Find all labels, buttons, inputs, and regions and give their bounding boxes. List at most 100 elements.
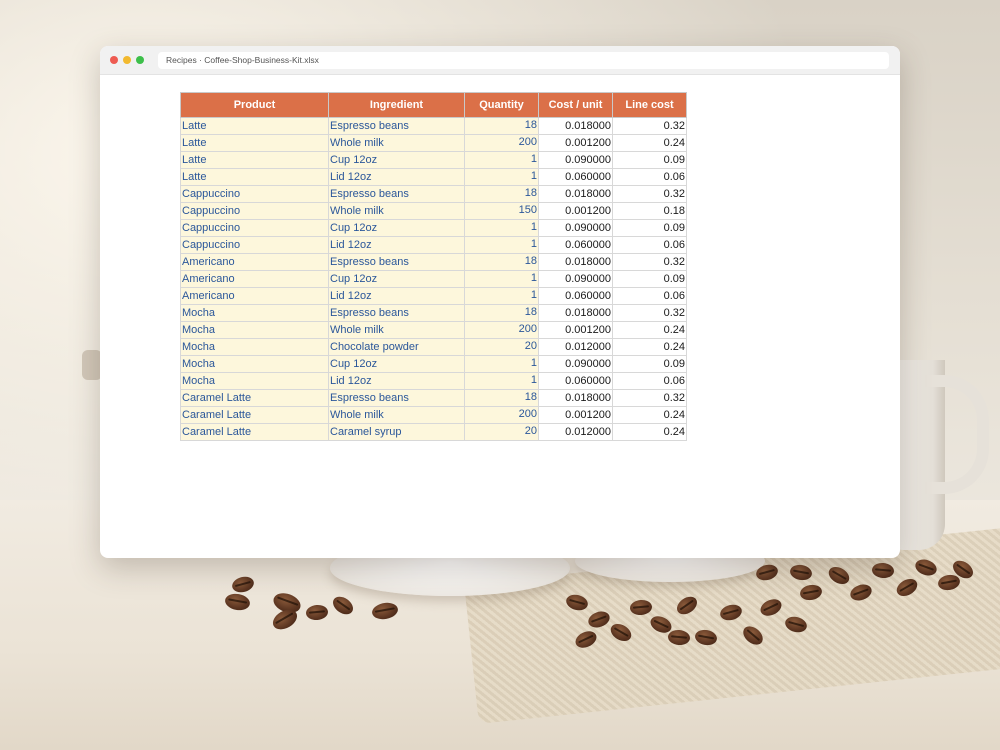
cell-ingredient[interactable]: Lid 12oz: [328, 236, 465, 254]
cell-product[interactable]: Mocha: [180, 372, 329, 390]
cell-product[interactable]: Mocha: [180, 355, 329, 373]
cell-product[interactable]: Latte: [180, 117, 329, 135]
cell-ingredient[interactable]: Whole milk: [328, 202, 465, 220]
cell-cost-unit[interactable]: 0.012000: [538, 338, 613, 356]
cell-line-cost[interactable]: 0.06: [612, 168, 687, 186]
cell-cost-unit[interactable]: 0.018000: [538, 389, 613, 407]
cell-cost-unit[interactable]: 0.001200: [538, 321, 613, 339]
cell-cost-unit[interactable]: 0.018000: [538, 185, 613, 203]
cell-quantity[interactable]: 18: [464, 117, 539, 135]
cell-product[interactable]: Cappuccino: [180, 236, 329, 254]
cell-cost-unit[interactable]: 0.001200: [538, 406, 613, 424]
cell-line-cost[interactable]: 0.24: [612, 406, 687, 424]
cell-ingredient[interactable]: Espresso beans: [328, 253, 465, 271]
cell-ingredient[interactable]: Cup 12oz: [328, 219, 465, 237]
cell-product[interactable]: Americano: [180, 287, 329, 305]
cell-quantity[interactable]: 1: [464, 355, 539, 373]
cell-quantity[interactable]: 200: [464, 134, 539, 152]
cell-line-cost[interactable]: 0.24: [612, 321, 687, 339]
cell-product[interactable]: Caramel Latte: [180, 389, 329, 407]
cell-quantity[interactable]: 200: [464, 406, 539, 424]
cell-quantity[interactable]: 20: [464, 338, 539, 356]
cell-line-cost[interactable]: 0.32: [612, 389, 687, 407]
cell-line-cost[interactable]: 0.24: [612, 134, 687, 152]
cell-product[interactable]: Cappuccino: [180, 202, 329, 220]
cell-product[interactable]: Mocha: [180, 338, 329, 356]
column-header-line-cost[interactable]: Line cost: [612, 92, 687, 118]
cell-line-cost[interactable]: 0.32: [612, 185, 687, 203]
cell-cost-unit[interactable]: 0.090000: [538, 219, 613, 237]
cell-quantity[interactable]: 200: [464, 321, 539, 339]
cell-product[interactable]: Latte: [180, 134, 329, 152]
cell-cost-unit[interactable]: 0.001200: [538, 134, 613, 152]
cell-product[interactable]: Latte: [180, 168, 329, 186]
cell-line-cost[interactable]: 0.09: [612, 355, 687, 373]
cell-product[interactable]: Mocha: [180, 321, 329, 339]
cell-quantity[interactable]: 18: [464, 304, 539, 322]
column-header-quantity[interactable]: Quantity: [464, 92, 539, 118]
cell-ingredient[interactable]: Espresso beans: [328, 117, 465, 135]
cell-ingredient[interactable]: Lid 12oz: [328, 287, 465, 305]
cell-quantity[interactable]: 1: [464, 287, 539, 305]
cell-cost-unit[interactable]: 0.001200: [538, 202, 613, 220]
cell-product[interactable]: Americano: [180, 270, 329, 288]
cell-quantity[interactable]: 18: [464, 253, 539, 271]
cell-cost-unit[interactable]: 0.060000: [538, 287, 613, 305]
cell-line-cost[interactable]: 0.24: [612, 338, 687, 356]
cell-line-cost[interactable]: 0.18: [612, 202, 687, 220]
cell-ingredient[interactable]: Caramel syrup: [328, 423, 465, 441]
column-header-ingredient[interactable]: Ingredient: [328, 92, 465, 118]
cell-quantity[interactable]: 1: [464, 151, 539, 169]
maximize-window-icon[interactable]: [136, 56, 144, 64]
cell-line-cost[interactable]: 0.06: [612, 236, 687, 254]
cell-line-cost[interactable]: 0.32: [612, 117, 687, 135]
cell-cost-unit[interactable]: 0.090000: [538, 355, 613, 373]
column-header-product[interactable]: Product: [180, 92, 329, 118]
cell-cost-unit[interactable]: 0.090000: [538, 270, 613, 288]
cell-quantity[interactable]: 150: [464, 202, 539, 220]
column-header-cost-unit[interactable]: Cost / unit: [538, 92, 613, 118]
cell-cost-unit[interactable]: 0.018000: [538, 253, 613, 271]
cell-ingredient[interactable]: Lid 12oz: [328, 372, 465, 390]
cell-ingredient[interactable]: Espresso beans: [328, 389, 465, 407]
cell-ingredient[interactable]: Whole milk: [328, 134, 465, 152]
cell-ingredient[interactable]: Whole milk: [328, 406, 465, 424]
cell-line-cost[interactable]: 0.24: [612, 423, 687, 441]
minimize-window-icon[interactable]: [123, 56, 131, 64]
cell-product[interactable]: Americano: [180, 253, 329, 271]
cell-product[interactable]: Cappuccino: [180, 219, 329, 237]
cell-cost-unit[interactable]: 0.060000: [538, 168, 613, 186]
cell-quantity[interactable]: 18: [464, 389, 539, 407]
close-window-icon[interactable]: [110, 56, 118, 64]
cell-quantity[interactable]: 1: [464, 219, 539, 237]
cell-product[interactable]: Caramel Latte: [180, 406, 329, 424]
cell-cost-unit[interactable]: 0.090000: [538, 151, 613, 169]
cell-quantity[interactable]: 1: [464, 236, 539, 254]
cell-ingredient[interactable]: Lid 12oz: [328, 168, 465, 186]
cell-cost-unit[interactable]: 0.012000: [538, 423, 613, 441]
cell-ingredient[interactable]: Espresso beans: [328, 185, 465, 203]
cell-cost-unit[interactable]: 0.018000: [538, 117, 613, 135]
cell-cost-unit[interactable]: 0.060000: [538, 372, 613, 390]
cell-cost-unit[interactable]: 0.018000: [538, 304, 613, 322]
cell-ingredient[interactable]: Cup 12oz: [328, 270, 465, 288]
cell-ingredient[interactable]: Chocolate powder: [328, 338, 465, 356]
cell-product[interactable]: Mocha: [180, 304, 329, 322]
cell-ingredient[interactable]: Cup 12oz: [328, 355, 465, 373]
cell-cost-unit[interactable]: 0.060000: [538, 236, 613, 254]
cell-line-cost[interactable]: 0.09: [612, 151, 687, 169]
cell-quantity[interactable]: 18: [464, 185, 539, 203]
cell-product[interactable]: Cappuccino: [180, 185, 329, 203]
address-bar[interactable]: Recipes · Coffee-Shop-Business-Kit.xlsx: [158, 52, 889, 69]
cell-line-cost[interactable]: 0.32: [612, 304, 687, 322]
cell-line-cost[interactable]: 0.06: [612, 372, 687, 390]
cell-product[interactable]: Latte: [180, 151, 329, 169]
cell-product[interactable]: Caramel Latte: [180, 423, 329, 441]
cell-line-cost[interactable]: 0.06: [612, 287, 687, 305]
cell-line-cost[interactable]: 0.09: [612, 270, 687, 288]
cell-ingredient[interactable]: Espresso beans: [328, 304, 465, 322]
cell-ingredient[interactable]: Cup 12oz: [328, 151, 465, 169]
cell-quantity[interactable]: 1: [464, 168, 539, 186]
cell-quantity[interactable]: 1: [464, 372, 539, 390]
cell-quantity[interactable]: 20: [464, 423, 539, 441]
